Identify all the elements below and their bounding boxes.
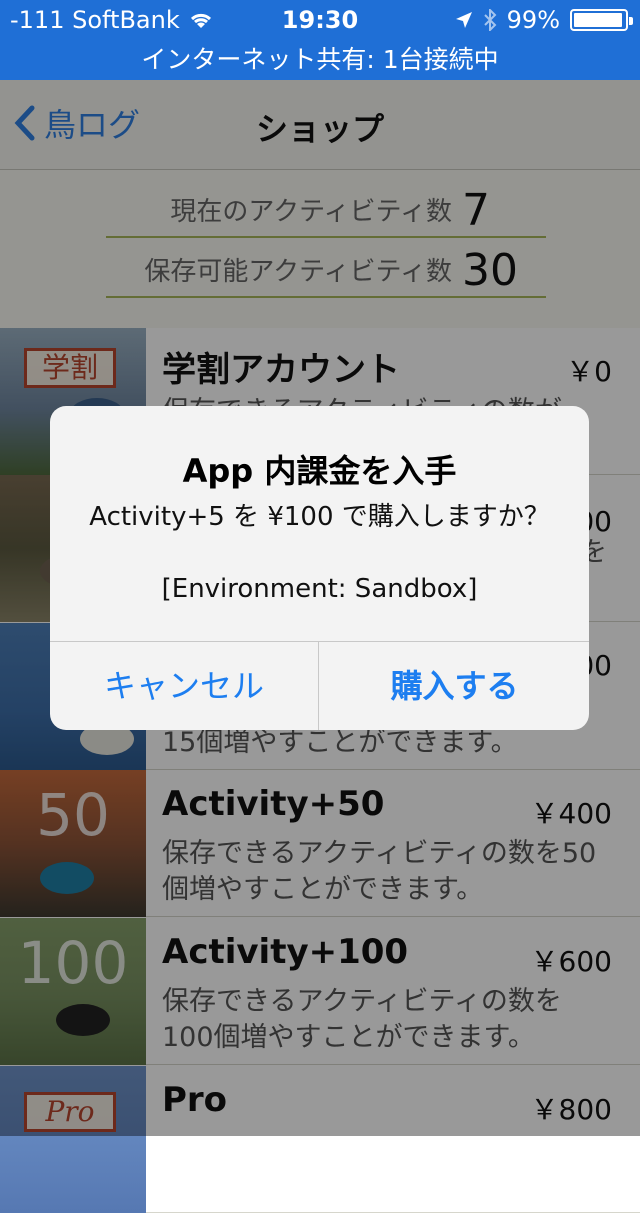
alert-message: Activity+5 を ¥100 で購入しますか？ [89, 502, 550, 532]
battery-icon [570, 9, 633, 31]
hotspot-banner[interactable]: インターネット共有: 1台接続中 [0, 40, 640, 80]
bluetooth-icon [483, 9, 497, 31]
battery-percent: 99% [506, 6, 560, 34]
alert-button-row: キャンセル 購入する [50, 641, 589, 730]
purchase-alert: App 内課金を入手 Activity+5 を ¥100 で購入しますか？ [E… [50, 406, 589, 730]
location-arrow-icon [455, 12, 472, 28]
status-bar: -111 SoftBank 19:30 99% [0, 0, 640, 40]
status-right: 99% [455, 6, 633, 34]
alert-title: App 内課金を入手 [182, 452, 457, 490]
alert-environment: [Environment: Sandbox] [161, 574, 478, 604]
cancel-button[interactable]: キャンセル [50, 642, 319, 730]
buy-button[interactable]: 購入する [320, 642, 589, 730]
